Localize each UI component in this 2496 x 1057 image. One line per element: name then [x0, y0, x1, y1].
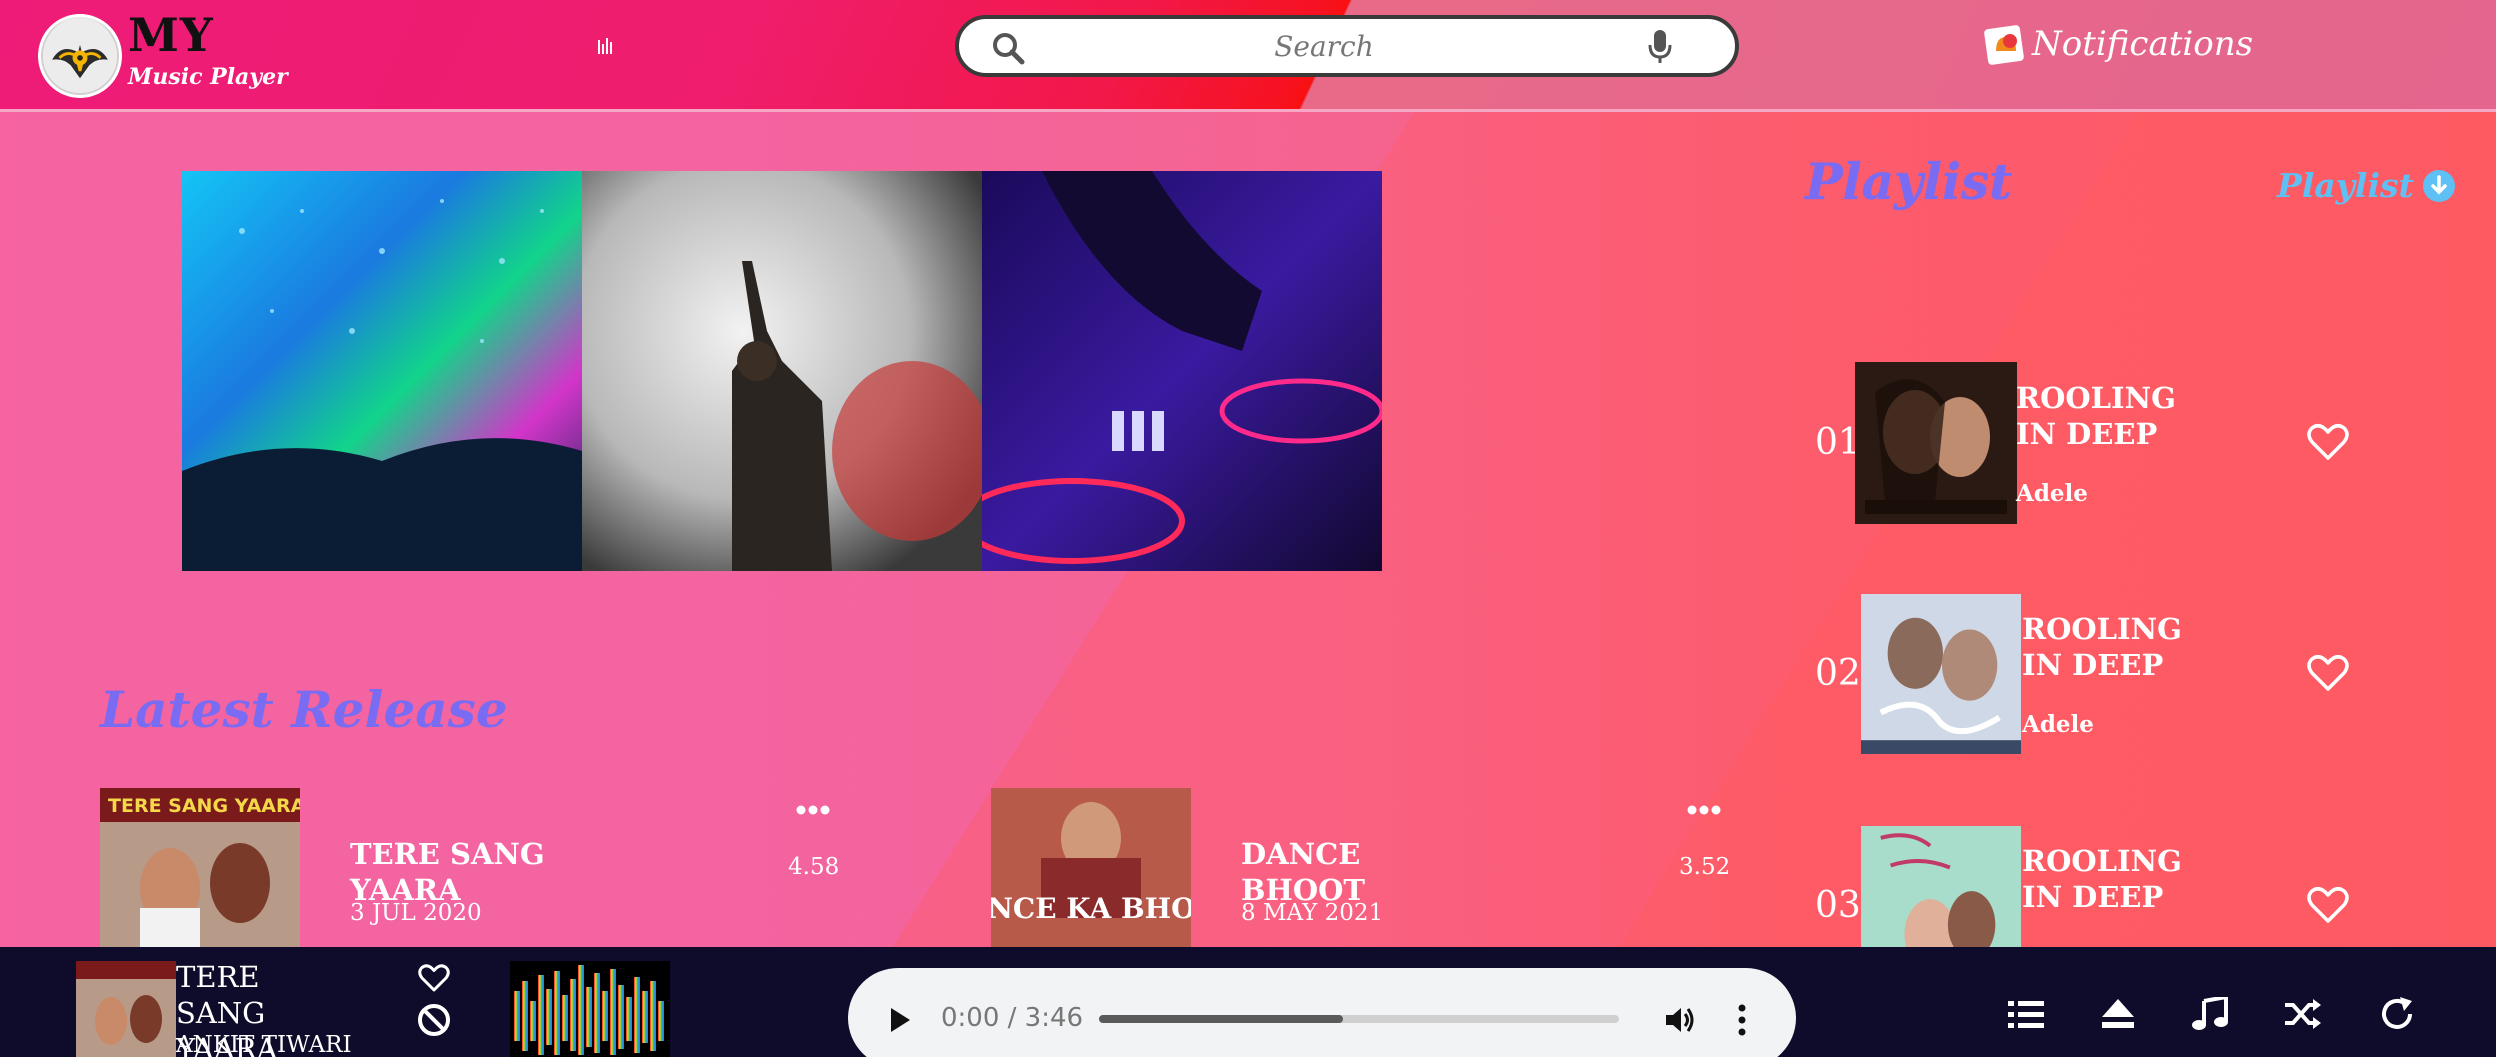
playlist-item-title: ROOLING IN DEEP — [2022, 612, 2182, 682]
release-date: 3 JUL 2020 — [350, 900, 482, 926]
release-cover: TERE SANG YAARA — [100, 788, 300, 948]
logo-subtitle: Music Player — [128, 64, 288, 90]
playlist-item-number: 03 — [1815, 885, 1861, 926]
notifications-label: Notifications — [2032, 24, 2254, 64]
playlist-link[interactable]: Playlist — [2277, 166, 2456, 205]
release-item[interactable]: TERE SANG YAARA TERE SANG YAARA 3 JUL 20… — [100, 788, 920, 948]
progress-slider[interactable] — [1099, 1015, 1619, 1023]
release-cover: DANCE KA BHOOT — [991, 788, 1191, 948]
banner-image-concert — [182, 171, 582, 571]
playlist-item[interactable]: 01 ROOLING IN DEEP Adele — [1810, 362, 2370, 524]
release-date: 8 MAY 2021 — [1241, 900, 1384, 926]
logo-icon[interactable] — [38, 14, 122, 98]
download-circle-icon — [2422, 169, 2455, 202]
heart-icon[interactable] — [417, 963, 451, 993]
playlist-item-artist: Adele — [2022, 711, 2094, 738]
playlist-heading: Playlist — [1805, 152, 2013, 211]
playlist-item-cover — [1861, 594, 2021, 754]
notification-icon — [1984, 25, 2024, 65]
shuffle-icon[interactable] — [2283, 997, 2323, 1031]
now-playing-cover — [76, 961, 176, 1057]
playlist-item-number: 01 — [1815, 422, 1861, 463]
latest-release-heading: Latest Release — [100, 680, 508, 739]
music-note-icon[interactable] — [2190, 997, 2230, 1031]
audio-visualizer — [510, 961, 670, 1057]
audio-player: 0:00 / 3:46 — [848, 968, 1796, 1057]
hero-banner[interactable] — [182, 171, 1382, 571]
release-duration: 3.52 — [1679, 854, 1731, 880]
heart-icon[interactable] — [2306, 653, 2350, 693]
release-duration: 4.58 — [788, 854, 840, 880]
repeat-icon[interactable] — [2378, 997, 2418, 1031]
search-icon[interactable] — [991, 31, 1025, 65]
top-navbar: MY Music Player Notifications — [0, 0, 2496, 112]
playlist-link-label: Playlist — [2277, 166, 2414, 205]
eject-icon[interactable] — [2098, 997, 2138, 1031]
playlist-item-number: 02 — [1815, 653, 1861, 694]
now-playing-artist: ANKIT TIWARI — [176, 1032, 352, 1057]
search-input[interactable] — [1059, 27, 1589, 65]
heart-icon[interactable] — [2306, 885, 2350, 925]
block-icon[interactable] — [417, 1003, 451, 1037]
playlist-item-artist: Adele — [2016, 480, 2088, 507]
more-horizontal-icon[interactable] — [1687, 804, 1721, 816]
time-display: 0:00 / 3:46 — [941, 1003, 1084, 1033]
list-icon[interactable] — [2006, 997, 2046, 1031]
more-vertical-icon[interactable] — [1737, 1004, 1747, 1036]
release-cover-text: TERE SANG YAARA — [108, 795, 300, 817]
volume-icon[interactable] — [1663, 1003, 1697, 1037]
search-bar — [955, 15, 1739, 77]
playlist-item[interactable]: 02 ROOLING IN DEEP Adele — [1810, 593, 2370, 755]
logo-title: MY — [128, 8, 214, 62]
progress-fill — [1099, 1015, 1344, 1023]
more-horizontal-icon[interactable] — [796, 804, 830, 816]
playlist-item-cover — [1855, 362, 2017, 524]
release-item[interactable]: DANCE KA BHOOT DANCE BHOOT 8 MAY 2021 3.… — [991, 788, 1811, 948]
heart-icon[interactable] — [2306, 422, 2350, 462]
equalizer-icon[interactable] — [596, 36, 616, 56]
banner-image-singer — [582, 171, 982, 571]
release-cover-text: DANCE KA BHOOT — [991, 892, 1191, 925]
release-title: TERE SANG YAARA — [350, 837, 545, 907]
play-icon[interactable] — [888, 1006, 912, 1034]
banner-image-dj — [982, 171, 1382, 571]
playlist-item-title: ROOLING IN DEEP — [2022, 844, 2182, 914]
mic-icon[interactable] — [1647, 29, 1673, 65]
notifications-link[interactable]: Notifications — [1982, 18, 2253, 70]
release-title: DANCE BHOOT — [1241, 837, 1366, 907]
playlist-item-title: ROOLING IN DEEP — [2016, 381, 2176, 451]
bottom-player-bar: TERE SANG YAARA ANKIT TIWARI 0:00 / 3:46 — [0, 947, 2496, 1057]
